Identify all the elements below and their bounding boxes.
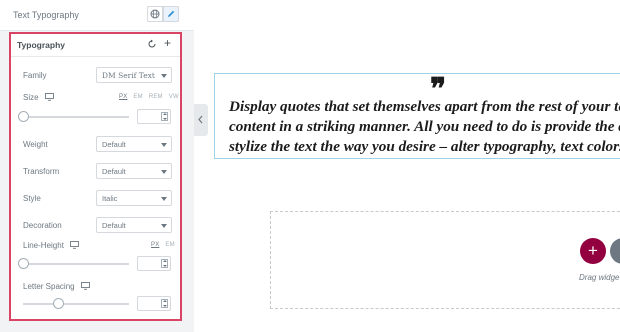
transform-select[interactable]: Default [96,163,172,179]
drag-widget-hint: Drag widge [579,273,620,282]
spinner-icon[interactable] [161,299,168,308]
edit-typography-button[interactable] [163,6,179,22]
line-height-input[interactable] [137,256,171,271]
transform-value: Default [102,167,126,176]
desktop-icon[interactable] [81,282,90,290]
unit-rem[interactable]: REM [149,94,163,100]
line-height-units: PX EM [145,242,175,248]
family-label: Family [23,71,47,80]
globe-icon [150,9,160,19]
decoration-select[interactable]: Default [96,217,172,233]
add-icon[interactable]: + [164,37,171,49]
spinner-icon[interactable] [161,112,168,121]
desktop-icon[interactable] [45,93,54,101]
global-settings-button[interactable] [147,6,163,22]
transform-label: Transform [23,167,60,176]
line-height-slider-track[interactable] [23,263,129,265]
collapse-panel-button[interactable] [194,104,208,136]
text-typography-row[interactable]: Text Typography [0,0,194,31]
chevron-down-icon [161,74,167,78]
style-label: Style [23,194,41,203]
weight-select[interactable]: Default [96,136,172,152]
text-typography-label: Text Typography [13,10,79,20]
unit-em[interactable]: EM [133,94,142,100]
pencil-icon [168,10,175,17]
desktop-icon[interactable] [70,241,79,249]
size-slider-handle[interactable] [18,111,29,122]
chevron-down-icon [161,224,167,228]
letter-spacing-slider-track[interactable] [23,303,129,305]
typography-popover-header: Typography + [11,34,180,57]
size-units: PX EM REM VW [113,94,179,100]
letter-spacing-label: Letter Spacing [23,282,75,291]
unit-px[interactable]: PX [151,242,159,248]
chevron-down-icon [161,143,167,147]
editor-panel: Text Typography Typography + Family DM S… [0,0,194,332]
spinner-icon[interactable] [161,259,168,268]
family-value: DM Serif Text [102,71,155,80]
size-input[interactable] [137,109,171,124]
letter-spacing-slider-handle[interactable] [53,298,64,309]
decoration-label: Decoration [23,221,62,230]
chevron-left-icon [198,115,203,124]
quote-text-line-1: Display quotes that set themselves apart… [229,98,620,115]
line-height-slider-handle[interactable] [18,258,29,269]
style-value: Italic [102,194,118,203]
quote-text-line-3: stylize the text the way you desire – al… [229,138,620,155]
size-slider-track[interactable] [23,116,129,118]
weight-value: Default [102,140,126,149]
family-select[interactable]: DM Serif Text [96,67,172,83]
letter-spacing-input[interactable] [137,296,171,311]
unit-px[interactable]: PX [119,94,127,100]
chevron-down-icon [161,170,167,174]
unit-vw[interactable]: VW [169,94,179,100]
add-section-button[interactable]: + [580,238,606,264]
style-select[interactable]: Italic [96,190,172,206]
empty-section-dropzone[interactable] [270,211,620,309]
unit-em[interactable]: EM [165,242,174,248]
size-label: Size [23,93,39,102]
blockquote-widget[interactable]: ❞ Display quotes that set themselves apa… [214,73,620,159]
quote-text-line-2: content in a striking manner. All you ne… [229,118,620,135]
weight-label: Weight [23,140,48,149]
reset-icon[interactable] [147,39,157,49]
typography-popover: Typography + Family DM Serif Text Size P… [9,32,182,321]
decoration-value: Default [102,221,126,230]
chevron-down-icon [161,197,167,201]
typography-title: Typography [17,40,66,50]
line-height-label: Line-Height [23,241,64,250]
